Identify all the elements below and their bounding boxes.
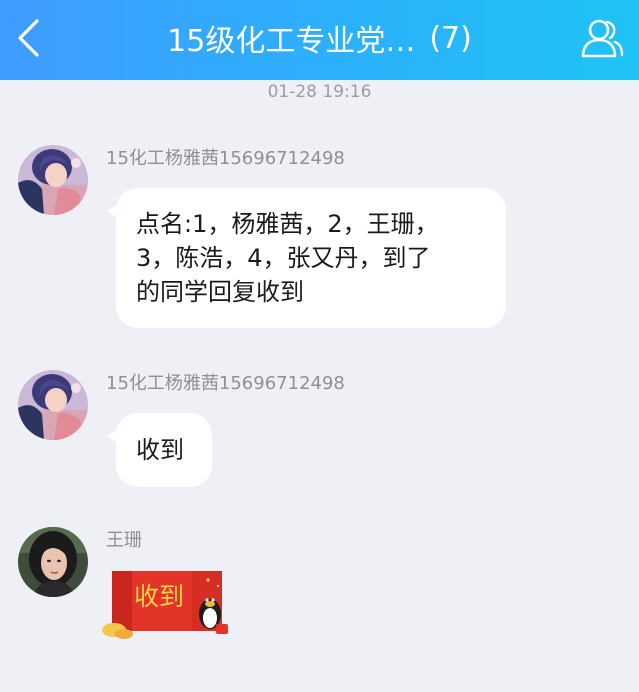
message-bubble[interactable]: 点名:1，杨雅茜，2，王珊， 3，陈浩，4，张又丹，到了 的同学回复收到 — [107, 188, 506, 328]
message-text-line: 的同学回复收到 — [136, 278, 304, 306]
group-members-icon — [581, 19, 624, 58]
avatar[interactable] — [18, 527, 88, 597]
sender-name: 王珊 — [106, 530, 142, 551]
message-timestamp: 01-28 19:16 — [267, 82, 372, 102]
message-text-line: 收到 — [136, 436, 184, 464]
message-item: 15化工杨雅茜15696712498 收到 — [0, 365, 639, 495]
member-count: (7) — [429, 20, 472, 56]
message-item: 15化工杨雅茜15696712498 点名:1，杨雅茜，2，王珊， 3，陈浩，4… — [0, 140, 639, 340]
message-bubble[interactable]: 收到 — [107, 413, 212, 487]
sticker-text: 收到 — [134, 582, 185, 611]
sender-name: 15化工杨雅茜15696712498 — [106, 148, 345, 169]
group-members-button[interactable] — [577, 14, 627, 64]
back-button[interactable] — [6, 14, 50, 62]
chat-header: 15级化工专业党… (7) — [0, 0, 639, 80]
message-item: 王珊 收到 — [0, 522, 639, 662]
avatar[interactable] — [18, 370, 88, 440]
avatar[interactable] — [18, 145, 88, 215]
chat-title-area[interactable]: 15级化工专业党… (7) — [90, 16, 549, 60]
chat-title: 15级化工专业党… — [167, 24, 416, 59]
sender-name: 15化工杨雅茜15696712498 — [106, 373, 345, 394]
message-text-line: 点名:1，杨雅茜，2，王珊， — [136, 210, 439, 238]
red-envelope-sticker[interactable]: 收到 — [100, 568, 235, 640]
message-text-line: 3，陈浩，4，张又丹，到了 — [136, 244, 431, 272]
chevron-left-icon — [18, 19, 39, 57]
